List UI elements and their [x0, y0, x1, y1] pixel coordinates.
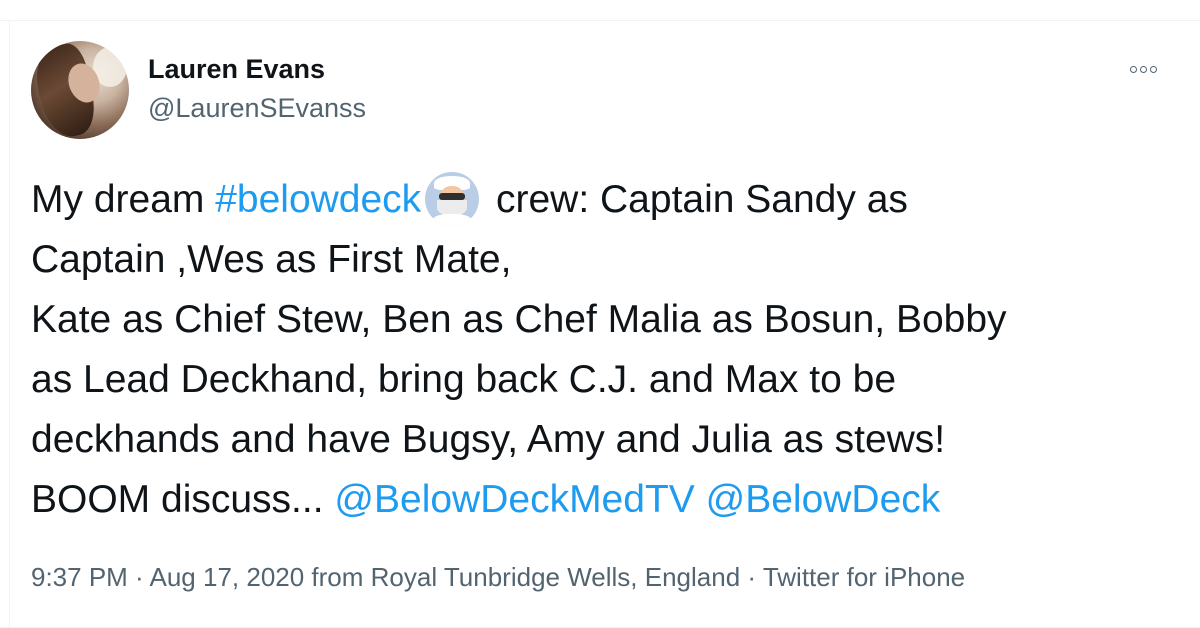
- tweet-date[interactable]: Aug 17, 2020: [150, 562, 305, 592]
- hashtag-link[interactable]: #belowdeck: [215, 178, 421, 221]
- tweet-location[interactable]: Royal Tunbridge Wells, England: [371, 562, 741, 592]
- more-horizontal-icon[interactable]: [1130, 63, 1166, 75]
- tweet-text-separator: [695, 478, 706, 521]
- pilot-emoji-icon: [425, 172, 480, 226]
- tweet-text: My dream #belowdeck crew: Captain Sandy …: [31, 170, 1171, 530]
- top-divider: [0, 20, 1200, 21]
- mention-link-belowdeck[interactable]: @BelowDeck: [706, 478, 941, 521]
- tweet-line: My dream #belowdeck crew: Captain Sandy …: [31, 170, 1171, 230]
- tweet-time[interactable]: 9:37 PM: [31, 562, 128, 592]
- author-handle[interactable]: @LaurenSEvanss: [148, 93, 366, 124]
- tweet-line: Kate as Chief Stew, Ben as Chef Malia as…: [31, 298, 1007, 341]
- meta-separator: ·: [740, 562, 763, 592]
- mention-link-belowdeckmedtv[interactable]: @BelowDeckMedTV: [334, 478, 694, 521]
- tweet-line: deckhands and have Bugsy, Amy and Julia …: [31, 418, 946, 461]
- tweet-card: Lauren Evans @LaurenSEvanss My dream #be…: [0, 0, 1200, 628]
- meta-separator: ·: [127, 562, 150, 592]
- tweet-client[interactable]: Twitter for iPhone: [763, 562, 965, 592]
- tweet-text-segment: BOOM discuss...: [31, 478, 335, 521]
- author-display-name[interactable]: Lauren Evans: [148, 54, 325, 85]
- tweet-line: BOOM discuss... @BelowDeckMedTV @BelowDe…: [31, 470, 1171, 530]
- tweet-metadata: 9:37 PM · Aug 17, 2020 from Royal Tunbri…: [31, 562, 965, 593]
- avatar[interactable]: [31, 41, 129, 139]
- tweet-text-segment: My dream: [31, 178, 216, 221]
- left-divider: [9, 20, 10, 628]
- meta-from-label: from: [304, 562, 371, 592]
- tweet-text-segment: crew: Captain Sandy as: [485, 178, 908, 221]
- tweet-line: Captain ,Wes as First Mate,: [31, 238, 512, 281]
- tweet-line: as Lead Deckhand, bring back C.J. and Ma…: [31, 358, 897, 401]
